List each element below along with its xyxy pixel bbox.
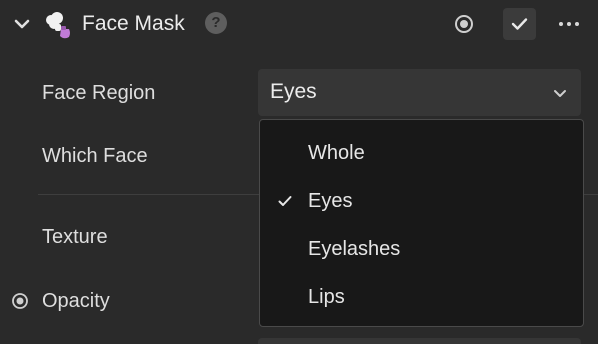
menu-item-label: Eyes (308, 190, 353, 212)
face-mask-panel: Face Mask ? Face Region Eyes Which Face … (0, 0, 598, 344)
panel-title: Face Mask (82, 12, 185, 35)
menu-item-label: Whole (308, 142, 365, 164)
menu-item-label: Eyelashes (308, 238, 401, 260)
opacity-field[interactable] (258, 338, 581, 344)
menu-item-eyes[interactable]: Eyes (260, 181, 583, 221)
opacity-label: Opacity (42, 290, 110, 312)
chevron-down-icon[interactable] (12, 14, 32, 34)
which-face-label: Which Face (42, 145, 148, 167)
help-icon[interactable]: ? (205, 12, 227, 34)
check-icon (511, 18, 528, 30)
chevron-down-icon (554, 90, 566, 97)
face-mask-icon (46, 12, 70, 39)
face-region-select[interactable]: Eyes (258, 69, 581, 116)
texture-label: Texture (42, 226, 108, 248)
panel-header: Face Mask ? (0, 0, 598, 48)
keyframe-radio-icon[interactable] (11, 292, 29, 310)
face-region-select-value: Eyes (270, 80, 317, 103)
menu-item-label: Lips (308, 286, 345, 308)
enable-toggle-button[interactable] (503, 8, 536, 40)
face-region-dropdown-menu: Whole Eyes Eyelashes Lips (259, 119, 584, 327)
menu-item-whole[interactable]: Whole (260, 133, 583, 173)
check-icon (278, 196, 292, 206)
record-icon[interactable] (452, 12, 476, 36)
face-region-label: Face Region (42, 82, 156, 104)
menu-item-lips[interactable]: Lips (260, 277, 583, 317)
more-icon[interactable] (555, 12, 583, 36)
menu-item-eyelashes[interactable]: Eyelashes (260, 229, 583, 269)
